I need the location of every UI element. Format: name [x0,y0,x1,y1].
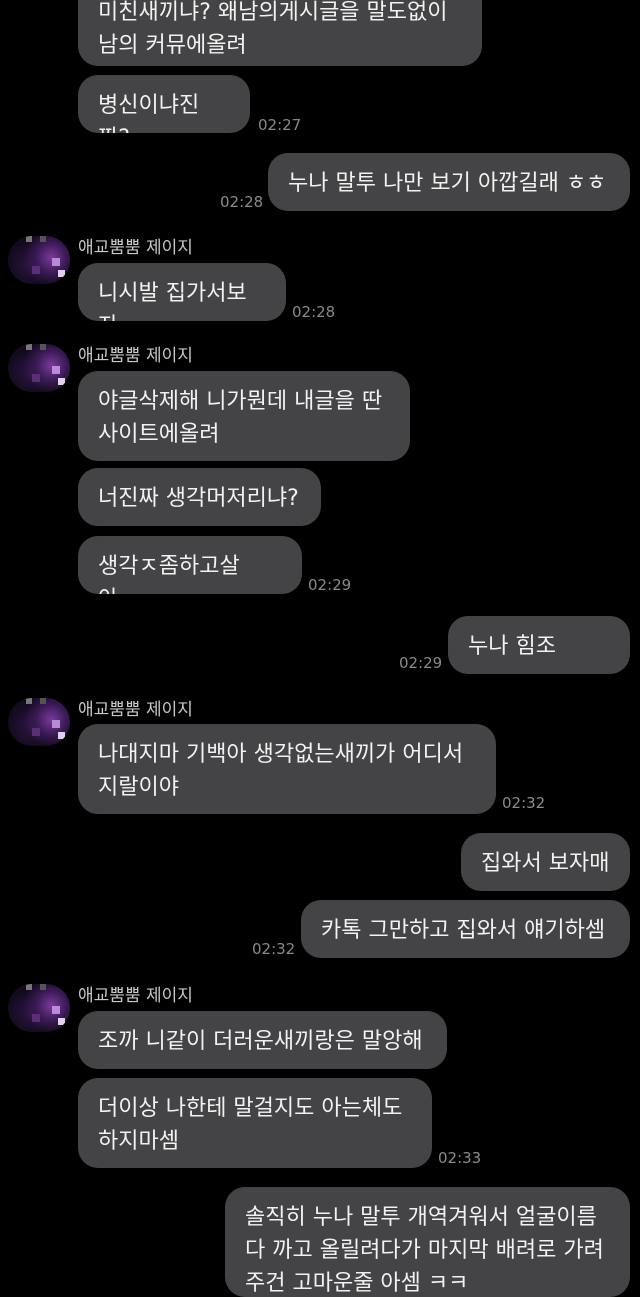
received-message-bubble[interactable]: 조까 니같이 더러운새끼랑은 말앙해 [78,1011,447,1069]
sender-name: 애교뿜뿜 제이지 [78,238,193,258]
message-text: 누나 힘조~~~~ [468,634,556,674]
message-time: 02:29 [399,654,443,672]
received-message-bubble[interactable]: 병신이냐진짜? [78,75,250,133]
received-message-bubble[interactable]: 더이상 나한테 말걸지도 아는체도 하지마셈 [78,1078,432,1168]
message-text: 너진짜 생각머저리냐? [98,486,299,511]
message-text: 생각ㅈ좀하고살아;;; [98,554,240,594]
sender-name: 애교뿜뿜 제이지 [78,700,193,720]
message-text: 카톡 그만하고 집와서 얘기하셈 [321,918,606,943]
sender-avatar[interactable] [8,984,70,1032]
message-text: 솔직히 누나 말투 개역겨워서 얼굴이름 다 까고 올릴려다가 마지막 배려로 … [245,1205,604,1296]
received-message-bubble[interactable]: 미친새끼냐? 왜남의게시글을 말도없이 남의 커뮤에올려 [78,0,482,66]
sender-name: 애교뿜뿜 제이지 [78,346,193,366]
sender-name: 애교뿜뿜 제이지 [78,986,193,1006]
sent-message-bubble[interactable]: 누나 힘조~~~~ [448,616,630,674]
message-time: 02:29 [308,576,352,594]
message-text: 조까 니같이 더러운새끼랑은 말앙해 [98,1029,423,1054]
sent-message-bubble[interactable]: 집와서 보자매 [461,833,630,891]
received-message-bubble[interactable]: 생각ㅈ좀하고살아;;; [78,536,302,594]
message-time: 02:27 [258,116,302,134]
received-message-bubble[interactable]: 너진짜 생각머저리냐? [78,468,321,526]
message-time: 02:28 [292,303,336,321]
message-text: 야글삭제해 니가뭔데 내글을 딴 사이트에올려 [98,389,383,447]
message-text: 누나 말투 나만 보기 아깝길래 ㅎㅎ [288,171,607,196]
received-message-bubble[interactable]: 니시발 집가서보자 [78,263,286,321]
message-text: 나대지마 기백아 생각없는새끼가 어디서 지랄이야 [98,742,464,800]
received-message-bubble[interactable]: 나대지마 기백아 생각없는새끼가 어디서 지랄이야 [78,724,496,814]
received-message-bubble[interactable]: 야글삭제해 니가뭔데 내글을 딴 사이트에올려 [78,371,410,461]
message-time: 02:32 [252,940,296,958]
message-text: 니시발 집가서보자 [98,281,247,321]
message-time: 02:32 [502,794,546,812]
message-text: 더이상 나한테 말걸지도 아는체도 하지마셈 [98,1096,403,1154]
message-text: 집와서 보자매 [481,851,610,876]
sent-message-bubble[interactable]: 솔직히 누나 말투 개역겨워서 얼굴이름 다 까고 올릴려다가 마지막 배려로 … [225,1187,630,1297]
sender-avatar[interactable] [8,698,70,746]
sent-message-bubble[interactable]: 누나 말투 나만 보기 아깝길래 ㅎㅎ [268,153,630,211]
sender-avatar[interactable] [8,344,70,392]
sender-avatar[interactable] [8,236,70,284]
message-text: 병신이냐진짜? [98,93,200,133]
sent-message-bubble[interactable]: 카톡 그만하고 집와서 얘기하셈 [301,900,630,958]
message-time: 02:28 [220,193,264,211]
message-text: 미친새끼냐? 왜남의게시글을 말도없이 남의 커뮤에올려 [98,0,448,58]
message-time: 02:33 [438,1149,482,1167]
